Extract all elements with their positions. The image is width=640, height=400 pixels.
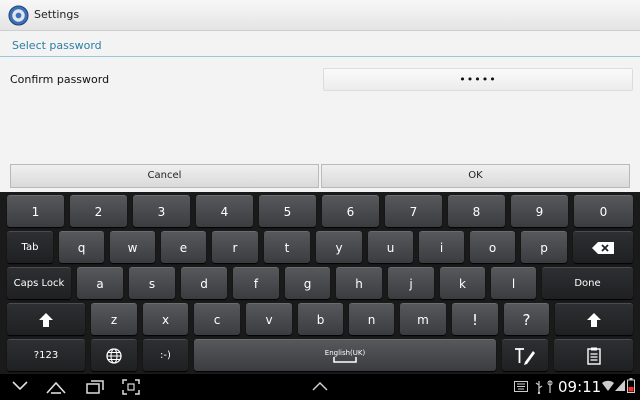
battery-icon	[627, 378, 635, 393]
emoticon-key[interactable]: :-)	[143, 339, 188, 371]
space-key[interactable]: English(UK)	[194, 339, 496, 371]
ok-button[interactable]: OK	[321, 164, 630, 188]
key-6[interactable]: 6	[322, 195, 379, 227]
key-y[interactable]: y	[316, 231, 362, 263]
key-exclamation[interactable]: !	[452, 303, 498, 335]
key-i[interactable]: i	[419, 231, 464, 263]
key-o[interactable]: o	[470, 231, 515, 263]
done-key[interactable]: Done	[542, 267, 633, 299]
hide-keyboard-icon[interactable]	[12, 381, 28, 391]
key-s[interactable]: s	[129, 267, 175, 299]
key-t[interactable]: t	[264, 231, 310, 263]
key-p[interactable]: p	[521, 231, 567, 263]
key-q[interactable]: q	[59, 231, 104, 263]
section-title: Select password	[12, 39, 102, 52]
settings-gear-icon	[8, 5, 29, 26]
usb-debug-icon	[547, 380, 553, 393]
clipboard-icon	[586, 347, 601, 365]
key-m[interactable]: m	[400, 303, 446, 335]
key-8[interactable]: 8	[448, 195, 505, 227]
key-b[interactable]: b	[298, 303, 343, 335]
handwriting-pen-icon	[515, 347, 535, 365]
key-v[interactable]: v	[246, 303, 292, 335]
tab-key[interactable]: Tab	[7, 231, 53, 263]
key-h[interactable]: h	[336, 267, 382, 299]
key-j[interactable]: j	[388, 267, 434, 299]
clipboard-key[interactable]	[554, 339, 633, 371]
key-r[interactable]: r	[212, 231, 258, 263]
section-divider	[0, 56, 640, 57]
key-u[interactable]: u	[368, 231, 413, 263]
usb-icon	[535, 381, 543, 394]
system-navigation-bar: 09:11	[0, 374, 640, 400]
caps-lock-key[interactable]: Caps Lock	[7, 267, 71, 299]
screenshot-icon[interactable]	[122, 379, 140, 395]
backspace-icon	[592, 241, 614, 254]
key-1[interactable]: 1	[7, 195, 64, 227]
key-z[interactable]: z	[91, 303, 137, 335]
space-bar-icon	[333, 356, 357, 363]
key-4[interactable]: 4	[196, 195, 253, 227]
language-key[interactable]	[91, 339, 137, 371]
cancel-button[interactable]: Cancel	[10, 164, 319, 188]
backspace-key[interactable]	[573, 231, 633, 263]
key-0[interactable]: 0	[574, 195, 633, 227]
shift-arrow-icon	[587, 312, 601, 327]
key-n[interactable]: n	[349, 303, 394, 335]
settings-screen: Settings Select password Confirm passwor…	[0, 0, 640, 192]
key-g[interactable]: g	[285, 267, 330, 299]
keyboard-status-icon	[514, 381, 528, 392]
handwriting-key[interactable]	[502, 339, 548, 371]
chevron-up-icon[interactable]	[312, 382, 328, 391]
onscreen-keyboard: 1 2 3 4 5 6 7 8 9 0 Tab q w e r t y u i …	[0, 192, 640, 374]
key-l[interactable]: l	[491, 267, 536, 299]
title-bar: Settings	[0, 0, 640, 31]
confirm-password-label: Confirm password	[10, 73, 110, 86]
space-language-label: English(UK)	[324, 348, 366, 357]
globe-icon	[106, 347, 122, 364]
shift-key-left[interactable]	[7, 303, 85, 335]
key-2[interactable]: 2	[70, 195, 127, 227]
key-k[interactable]: k	[440, 267, 485, 299]
confirm-password-input[interactable]: •••••	[323, 68, 633, 91]
shift-arrow-icon	[39, 312, 53, 327]
status-clock: 09:11	[558, 378, 602, 396]
key-7[interactable]: 7	[385, 195, 442, 227]
key-5[interactable]: 5	[259, 195, 316, 227]
key-9[interactable]: 9	[511, 195, 568, 227]
shift-key-right[interactable]	[555, 303, 633, 335]
symbols-key[interactable]: ?123	[7, 339, 85, 371]
key-f[interactable]: f	[233, 267, 279, 299]
key-e[interactable]: e	[161, 231, 206, 263]
key-question[interactable]: ?	[504, 303, 549, 335]
key-d[interactable]: d	[181, 267, 227, 299]
recent-apps-icon[interactable]	[86, 380, 104, 394]
key-c[interactable]: c	[194, 303, 240, 335]
wifi-icon	[602, 380, 614, 391]
window-title: Settings	[34, 8, 80, 21]
signal-icon	[615, 380, 625, 391]
home-icon[interactable]	[46, 380, 66, 394]
key-a[interactable]: a	[77, 267, 123, 299]
key-w[interactable]: w	[110, 231, 155, 263]
key-3[interactable]: 3	[133, 195, 190, 227]
key-x[interactable]: x	[143, 303, 188, 335]
